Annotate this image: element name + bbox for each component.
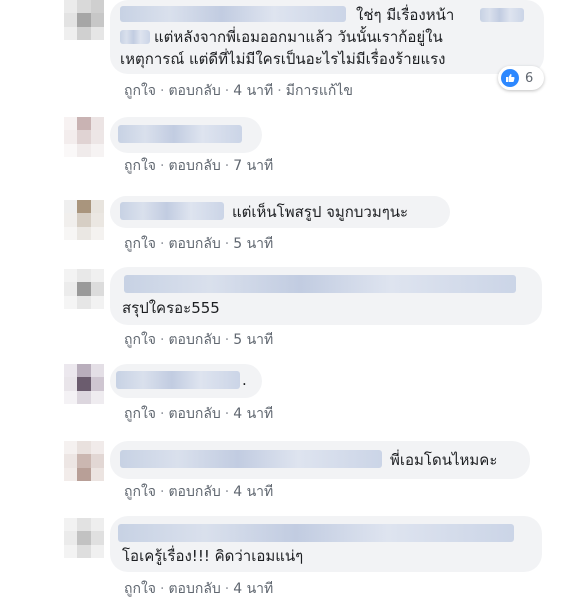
like-link[interactable]: ถูกใจ bbox=[124, 83, 156, 99]
timestamp[interactable]: 4 นาที bbox=[233, 484, 273, 500]
blurred-author-name bbox=[120, 202, 224, 220]
avatar[interactable] bbox=[64, 0, 104, 40]
timestamp[interactable]: 4 นาที bbox=[233, 83, 273, 99]
reply-link[interactable]: ตอบกลับ bbox=[168, 406, 220, 422]
separator: · bbox=[160, 236, 165, 252]
blurred-text bbox=[120, 30, 150, 44]
blurred-author-name bbox=[116, 371, 240, 389]
blurred-author-name bbox=[118, 125, 242, 143]
reply-link[interactable]: ตอบกลับ bbox=[168, 332, 220, 348]
reply-link[interactable]: ตอบกลับ bbox=[168, 484, 220, 500]
blurred-author-name bbox=[124, 275, 516, 293]
comment-actions: ถูกใจ · ตอบกลับ · 4 นาที bbox=[124, 578, 273, 599]
comment-text-line: แต่หลังจากพี่เอมออกมาแล้ว วันนั้นเราก้อย… bbox=[154, 28, 443, 46]
comment-actions: ถูกใจ · ตอบกลับ · 4 นาที bbox=[124, 403, 273, 425]
separator: · bbox=[277, 83, 282, 99]
separator: · bbox=[160, 332, 165, 348]
like-link[interactable]: ถูกใจ bbox=[124, 236, 156, 252]
comment-bubble: ใช่ๆ มีเรื่องหน้า แต่หลังจากพี่เอมออกมาแ… bbox=[110, 0, 544, 74]
reply-link[interactable]: ตอบกลับ bbox=[168, 236, 220, 252]
timestamp[interactable]: 7 นาที bbox=[233, 158, 273, 174]
separator: · bbox=[224, 581, 230, 597]
timestamp[interactable]: 4 นาที bbox=[233, 581, 273, 597]
reaction-count: 6 bbox=[525, 70, 534, 86]
reply-link[interactable]: ตอบกลับ bbox=[168, 581, 220, 597]
separator: · bbox=[160, 581, 165, 597]
timestamp[interactable]: 5 นาที bbox=[233, 236, 273, 252]
comment-text-line: เหตุการณ์ แต่ดีที่ไม่มีใครเป็นอะไรไม่มีเ… bbox=[120, 50, 446, 68]
comment-text-line: พี่เอมโดนไหมคะ bbox=[390, 451, 498, 469]
reply-link[interactable]: ตอบกลับ bbox=[168, 158, 220, 174]
separator: · bbox=[224, 83, 230, 99]
comment-text-line: แต่เห็นโพสรูป จมูกบวมๆนะ bbox=[232, 203, 409, 221]
comment-text-line: โอเครู้เรื่อง!!! คิดว่าเอมแน่ๆ bbox=[122, 547, 304, 565]
comment-actions: ถูกใจ · ตอบกลับ · 5 นาที bbox=[124, 329, 273, 351]
like-link[interactable]: ถูกใจ bbox=[124, 484, 156, 500]
separator: · bbox=[224, 236, 230, 252]
avatar[interactable] bbox=[64, 364, 104, 404]
like-link[interactable]: ถูกใจ bbox=[124, 406, 156, 422]
comment-text-line: . bbox=[242, 371, 247, 389]
separator: · bbox=[224, 406, 230, 422]
avatar[interactable] bbox=[64, 269, 104, 309]
blurred-text bbox=[480, 8, 524, 22]
separator: · bbox=[224, 484, 230, 500]
comment-text-line: ใช่ๆ มีเรื่องหน้า bbox=[356, 6, 455, 24]
avatar[interactable] bbox=[64, 441, 104, 481]
comment-actions: ถูกใจ · ตอบกลับ · 4 นาที · มีการแก้ไข bbox=[124, 80, 353, 102]
like-link[interactable]: ถูกใจ bbox=[124, 581, 156, 597]
timestamp[interactable]: 4 นาที bbox=[233, 406, 273, 422]
reaction-summary[interactable]: 6 bbox=[498, 66, 544, 90]
avatar[interactable] bbox=[64, 200, 104, 240]
blurred-author-name bbox=[120, 450, 382, 468]
comment-bubble bbox=[110, 117, 262, 153]
reply-link[interactable]: ตอบกลับ bbox=[168, 83, 220, 99]
avatar[interactable] bbox=[64, 117, 104, 157]
separator: · bbox=[160, 158, 165, 174]
comment-actions: ถูกใจ · ตอบกลับ · 4 นาที bbox=[124, 481, 273, 503]
separator: · bbox=[160, 83, 165, 99]
comment-bubble: สรุปใครอะ555 bbox=[110, 267, 542, 325]
comment-bubble: พี่เอมโดนไหมคะ bbox=[110, 441, 530, 479]
separator: · bbox=[160, 406, 165, 422]
comment-text-line: สรุปใครอะ555 bbox=[122, 299, 220, 317]
like-link[interactable]: ถูกใจ bbox=[124, 158, 156, 174]
blurred-author-name bbox=[120, 6, 346, 22]
separator: · bbox=[224, 158, 230, 174]
comment-bubble: แต่เห็นโพสรูป จมูกบวมๆนะ bbox=[110, 196, 450, 228]
edited-label[interactable]: มีการแก้ไข bbox=[286, 83, 353, 99]
comment-bubble: . bbox=[110, 364, 262, 398]
comment-bubble: โอเครู้เรื่อง!!! คิดว่าเอมแน่ๆ bbox=[110, 516, 542, 572]
comment-actions: ถูกใจ · ตอบกลับ · 7 นาที bbox=[124, 155, 273, 177]
comment-actions: ถูกใจ · ตอบกลับ · 5 นาที bbox=[124, 233, 273, 255]
like-icon bbox=[501, 69, 519, 87]
separator: · bbox=[224, 332, 230, 348]
blurred-author-name bbox=[118, 524, 514, 542]
timestamp[interactable]: 5 นาที bbox=[233, 332, 273, 348]
avatar[interactable] bbox=[64, 518, 104, 558]
separator: · bbox=[160, 484, 165, 500]
like-link[interactable]: ถูกใจ bbox=[124, 332, 156, 348]
